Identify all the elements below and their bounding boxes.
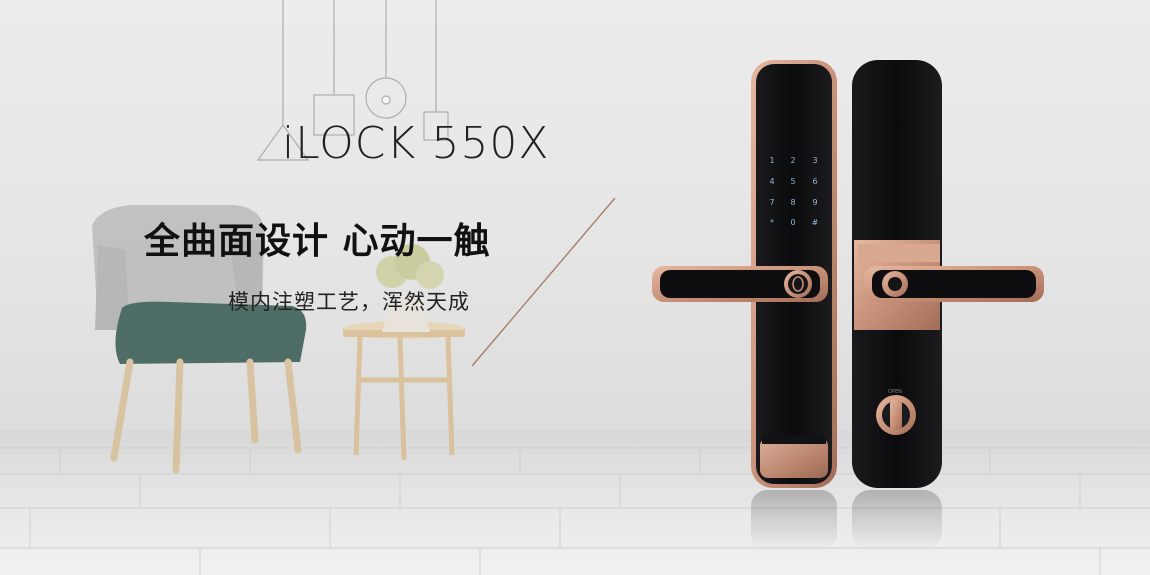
svg-text:0: 0: [790, 218, 795, 227]
svg-text:1: 1: [769, 156, 774, 165]
svg-text:3: 3: [812, 156, 817, 165]
smart-lock-back: OPEN: [852, 60, 1044, 550]
svg-text:#: #: [812, 218, 819, 227]
svg-text:*: *: [770, 218, 774, 227]
hero-banner: iLOCK 550X 全曲面设计 心动一触 模内注塑工艺，浑然天成 1 2 3 …: [0, 0, 1150, 575]
svg-text:7: 7: [769, 198, 774, 207]
svg-text:8: 8: [790, 198, 795, 207]
svg-text:5: 5: [790, 177, 795, 186]
svg-text:9: 9: [812, 198, 817, 207]
smart-locks: 1 2 3 4 5 6 7 8 9 * 0 # OPEN: [652, 60, 1044, 550]
svg-text:OPEN: OPEN: [888, 389, 902, 395]
svg-text:4: 4: [769, 177, 774, 186]
svg-text:2: 2: [790, 156, 795, 165]
smart-lock-front: 1 2 3 4 5 6 7 8 9 * 0 #: [652, 60, 837, 550]
svg-text:6: 6: [812, 177, 817, 186]
